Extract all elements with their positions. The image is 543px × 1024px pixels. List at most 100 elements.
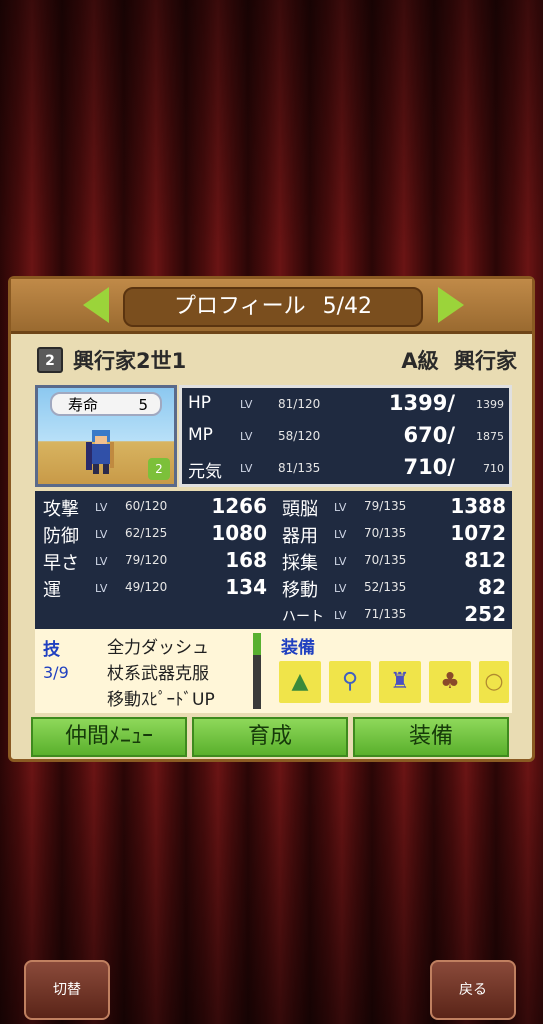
hp-lv-value: 81/120 <box>278 397 321 411</box>
stat-label: 移動 <box>282 580 318 601</box>
stat-value: 168 <box>225 548 267 572</box>
stat-lv-label: LV <box>334 582 347 595</box>
next-arrow-icon[interactable] <box>438 287 464 323</box>
character-class: A級 興行家 <box>401 345 517 375</box>
stat-value: 82 <box>478 575 506 599</box>
stat-lv-label: LV <box>95 528 108 541</box>
skills-count: 3/9 <box>43 663 69 682</box>
profile-title: プロフィール 5/42 <box>123 287 423 327</box>
lifespan-box: 寿命 5 <box>50 392 162 416</box>
stat-lv-value: 79/120 <box>125 553 168 567</box>
sub-badge-icon: 2 <box>148 458 170 480</box>
stat-lv-value: 70/135 <box>364 553 407 567</box>
skills-equipment-panel: 技 3/9 全力ダッシュ 杖系武器克服 移動ｽﾋﾟｰﾄﾞUP 装備 ▲ ⚲ ♜ … <box>35 629 512 713</box>
equip-slot-1[interactable]: ▲ <box>279 661 321 703</box>
profile-panel: プロフィール 5/42 2 興行家2世1 A級 興行家 寿命 5 2 HP LV… <box>8 276 535 762</box>
stat-value: 812 <box>464 548 506 572</box>
stat-intellect: 頭脳 LV 79/135 1388 <box>274 493 512 520</box>
lifespan-value: 5 <box>138 396 148 414</box>
hp-max: 1399 <box>476 398 504 411</box>
stat-speed: 早さ LV 79/120 168 <box>35 547 273 574</box>
stamina-lv-value: 81/135 <box>278 461 321 475</box>
equip-button[interactable]: 装備 <box>353 717 509 757</box>
stat-lv-value: 71/135 <box>364 607 407 621</box>
stat-lv-value: 49/120 <box>125 580 168 594</box>
stamina-max: 710 <box>483 462 504 475</box>
stat-attack: 攻撃 LV 60/120 1266 <box>35 493 273 520</box>
stat-label: 防御 <box>43 526 79 547</box>
stat-lv-value: 79/135 <box>364 499 407 513</box>
stat-movement: 移動 LV 52/135 82 <box>274 574 512 601</box>
character-portrait: 寿命 5 2 <box>35 385 177 487</box>
green-hat-icon: ▲ <box>291 669 309 694</box>
equip-slot-4[interactable]: ♣ <box>429 661 471 703</box>
generation-icon: 2 <box>37 347 63 373</box>
stat-defense: 防御 LV 62/125 1080 <box>35 520 273 547</box>
mp-max: 1875 <box>476 430 504 443</box>
skills-scrollbar[interactable] <box>253 633 261 709</box>
switch-button[interactable]: 切替 <box>24 960 110 1020</box>
stat-heart: ハート LV 71/135 252 <box>274 601 512 627</box>
armor-icon: ♜ <box>390 669 410 694</box>
stat-label: 運 <box>43 580 61 601</box>
stat-value: 1388 <box>450 494 506 518</box>
skill-item: 移動ｽﾋﾟｰﾄﾞUP <box>107 690 215 710</box>
stat-lv-value: 70/135 <box>364 526 407 540</box>
stat-dexterity: 器用 LV 70/135 1072 <box>274 520 512 547</box>
stamina-label: 元気 <box>188 462 222 482</box>
stat-label: ハート <box>282 609 324 625</box>
stat-lv-label: LV <box>334 501 347 514</box>
stamina-current: 710/ <box>403 455 455 479</box>
character-name-row: 2 興行家2世1 A級 興行家 <box>37 345 517 375</box>
stat-label: 器用 <box>282 526 318 547</box>
stamina-lv-label: LV <box>240 462 253 475</box>
train-button[interactable]: 育成 <box>192 717 348 757</box>
stat-lv-label: LV <box>334 528 347 541</box>
stat-gathering: 採集 LV 70/135 812 <box>274 547 512 574</box>
hp-row: HP LV 81/120 1399/ 1399 <box>182 390 509 420</box>
equipment-label: 装備 <box>281 638 315 658</box>
party-menu-button[interactable]: 仲間ﾒﾆｭｰ <box>31 717 187 757</box>
vitals-panel: HP LV 81/120 1399/ 1399 MP LV 58/120 670… <box>179 385 512 487</box>
skills-label: 技 <box>43 640 60 660</box>
stat-value: 252 <box>464 602 506 626</box>
staff-icon: ⚲ <box>341 669 359 694</box>
stat-lv-label: LV <box>95 555 108 568</box>
equip-slot-2[interactable]: ⚲ <box>329 661 371 703</box>
profile-header: プロフィール 5/42 <box>11 279 532 334</box>
stat-lv-value: 62/125 <box>125 526 168 540</box>
job-label: 興行家 <box>454 349 517 373</box>
skill-item: 杖系武器克服 <box>107 664 209 684</box>
stat-value: 1266 <box>211 494 267 518</box>
stat-lv-label: LV <box>95 501 108 514</box>
mp-lv-value: 58/120 <box>278 429 321 443</box>
skill-item: 全力ダッシュ <box>107 638 209 658</box>
ring-icon: ○ <box>484 669 504 694</box>
stats-panel: 攻撃 LV 60/120 1266 防御 LV 62/125 1080 早さ L… <box>35 491 512 631</box>
stat-lv-label: LV <box>334 609 347 622</box>
previous-arrow-icon[interactable] <box>83 287 109 323</box>
mp-current: 670/ <box>403 423 455 447</box>
back-button[interactable]: 戻る <box>430 960 516 1020</box>
equip-slot-3[interactable]: ♜ <box>379 661 421 703</box>
stat-label: 頭脳 <box>282 499 318 520</box>
mp-lv-label: LV <box>240 430 253 443</box>
mp-label: MP <box>188 425 213 445</box>
character-sprite-icon <box>86 430 114 474</box>
equip-slot-5[interactable]: ○ <box>479 661 509 703</box>
hp-current: 1399/ <box>388 391 455 415</box>
stat-label: 採集 <box>282 553 318 574</box>
stat-lv-label: LV <box>334 555 347 568</box>
stat-value: 1072 <box>450 521 506 545</box>
stat-lv-value: 60/120 <box>125 499 168 513</box>
stat-value: 134 <box>225 575 267 599</box>
stat-label: 攻撃 <box>43 499 79 520</box>
character-name: 興行家2世1 <box>73 349 187 373</box>
stat-luck: 運 LV 49/120 134 <box>35 574 273 601</box>
stat-lv-label: LV <box>95 582 108 595</box>
stat-value: 1080 <box>211 521 267 545</box>
mp-row: MP LV 58/120 670/ 1875 <box>182 422 509 452</box>
title-label: プロフィール <box>174 294 306 319</box>
hp-lv-label: LV <box>240 398 253 411</box>
stamina-row: 元気 LV 81/135 710/ 710 <box>182 454 509 484</box>
